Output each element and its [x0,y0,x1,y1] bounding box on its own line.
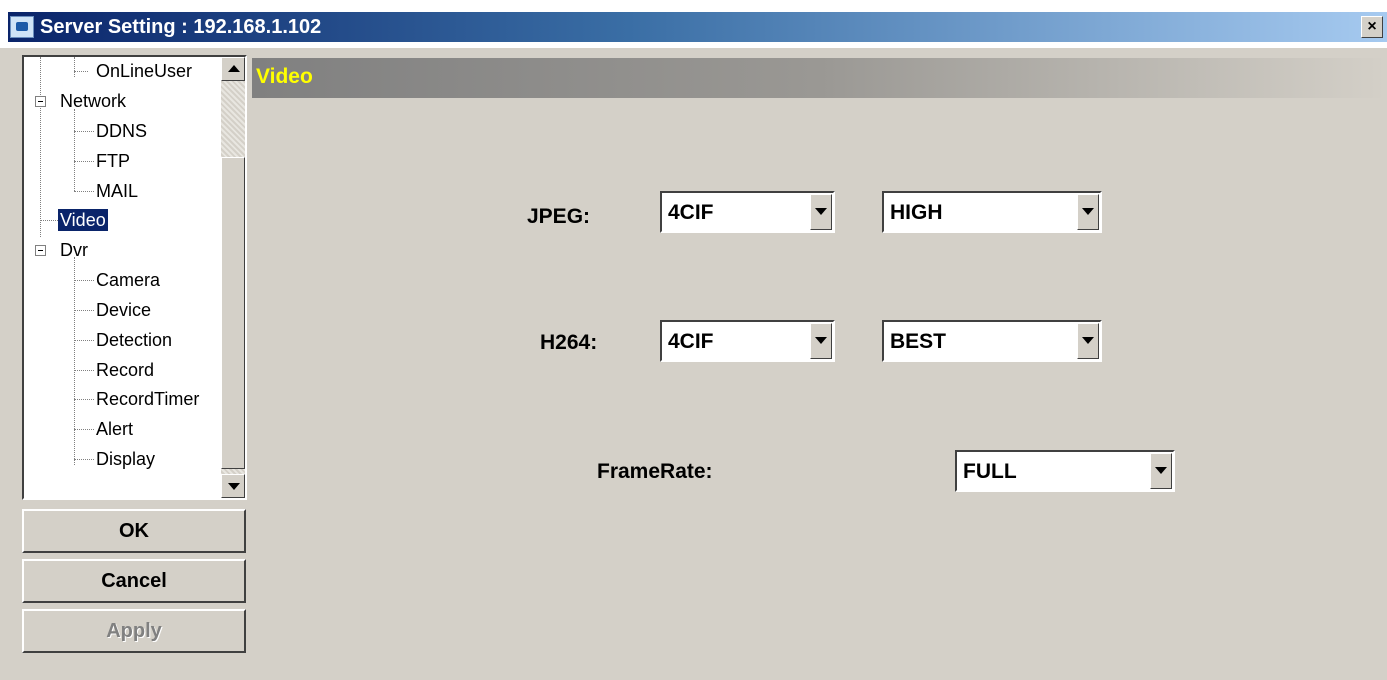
jpeg-resolution-select[interactable]: 4CIF [660,191,835,233]
tree-connector [74,399,94,400]
jpeg-quality-select[interactable]: HIGH [882,191,1102,233]
tree-item-ddns[interactable]: DDNS [96,120,147,142]
tree-item-video[interactable]: Video [58,209,108,231]
tree-item-detection[interactable]: Detection [96,329,172,351]
tree-connector [74,57,75,77]
tree-connector [74,310,94,311]
jpeg-resolution-dropdown-button[interactable] [810,194,832,230]
h264-quality-select[interactable]: BEST [882,320,1102,362]
tree-item-display[interactable]: Display [96,448,155,470]
framerate-value: FULL [963,460,1017,483]
collapse-network-icon[interactable] [35,96,46,107]
jpeg-quality-value: HIGH [890,201,943,224]
arrow-up-icon [228,65,240,72]
tree-item-ftp[interactable]: FTP [96,150,130,172]
title-bar[interactable]: Server Setting : 192.168.1.102 × [0,0,1387,48]
h264-quality-value: BEST [890,330,947,353]
title-bar-strip: Server Setting : 192.168.1.102 [8,12,1387,42]
tree-connector [74,257,75,465]
tree-connector [74,429,94,430]
tree-item-recordtimer[interactable]: RecordTimer [96,388,199,410]
scroll-thumb[interactable] [221,157,245,469]
chevron-down-icon [815,208,827,215]
tree-item-onlineuser[interactable]: OnLineUser [96,60,192,82]
tree-connector [74,370,94,371]
tree-connector [74,161,94,162]
tree-connector [74,71,88,72]
jpeg-quality-dropdown-button[interactable] [1077,194,1099,230]
chevron-down-icon [815,337,827,344]
h264-resolution-select[interactable]: 4CIF [660,320,835,362]
scroll-down-button[interactable] [221,474,245,498]
tree-connector [74,340,94,341]
framerate-select[interactable]: FULL [955,450,1175,492]
tree-item-network[interactable]: Network [60,90,126,112]
h264-label: H264: [540,331,598,354]
ok-button[interactable]: OK [22,509,246,553]
section-title: Video [256,65,313,88]
h264-resolution-value: 4CIF [668,330,714,353]
cancel-button[interactable]: Cancel [22,559,246,603]
tree-connector [40,57,41,237]
jpeg-resolution-value: 4CIF [668,201,714,224]
h264-quality-dropdown-button[interactable] [1077,323,1099,359]
tree-item-dvr[interactable]: Dvr [60,239,88,261]
tree-item-record[interactable]: Record [96,359,154,381]
tree-item-mail[interactable]: MAIL [96,180,138,202]
server-setting-window: Server Setting : 192.168.1.102 × OnLineU… [0,0,1387,680]
section-header: Video [252,58,1387,98]
app-icon [10,16,34,38]
tree-item-alert[interactable]: Alert [96,418,133,440]
apply-button: Apply [22,609,246,653]
tree-scrollbar[interactable] [221,57,245,498]
tree-connector [74,459,94,460]
window-title: Server Setting : 192.168.1.102 [40,16,322,38]
tree-connector [40,220,58,221]
settings-tree[interactable]: OnLineUser Network DDNS FTP MAIL Video D… [22,55,247,500]
framerate-label: FrameRate: [597,460,713,483]
scroll-up-button[interactable] [221,57,245,81]
framerate-dropdown-button[interactable] [1150,453,1172,489]
h264-resolution-dropdown-button[interactable] [810,323,832,359]
tree-connector [74,109,75,191]
chevron-down-icon [1082,208,1094,215]
close-button[interactable]: × [1361,16,1383,38]
chevron-down-icon [1082,337,1094,344]
tree-item-device[interactable]: Device [96,299,151,321]
jpeg-label: JPEG: [527,205,591,228]
chevron-down-icon [1155,467,1167,474]
tree-connector [74,131,94,132]
tree-item-camera[interactable]: Camera [96,269,160,291]
tree-connector [74,191,94,192]
tree-connector [74,280,94,281]
collapse-dvr-icon[interactable] [35,245,46,256]
arrow-down-icon [228,483,240,490]
